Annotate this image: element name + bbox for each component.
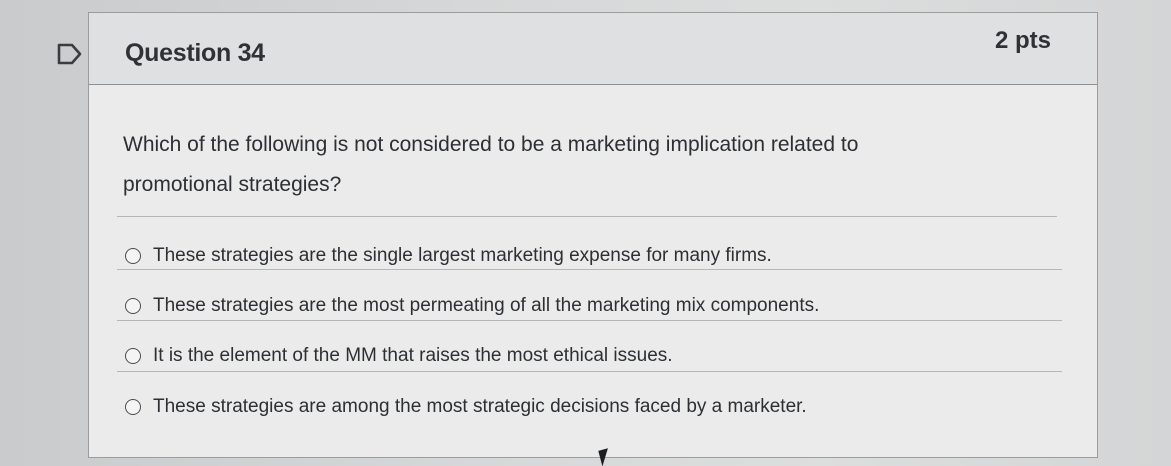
question-text: Which of the following is not considered… <box>123 133 859 196</box>
answer-option-2[interactable]: These strategies are the most permeating… <box>125 291 819 321</box>
mouse-pointer-icon <box>598 445 622 466</box>
radio-button[interactable] <box>125 248 141 264</box>
question-title: Question 34 <box>125 39 265 67</box>
answer-option-1[interactable]: These strategies are the single largest … <box>125 241 772 271</box>
radio-button[interactable] <box>125 298 141 314</box>
question-points: 2 pts <box>994 27 1051 54</box>
question-header: Question 34 2 pts <box>89 13 1097 85</box>
question-card: Question 34 2 pts Which of the following… <box>88 12 1098 458</box>
answer-label: These strategies are the single largest … <box>153 245 772 266</box>
question-divider <box>117 216 1057 217</box>
answer-option-3[interactable]: It is the element of the MM that raises … <box>125 341 673 371</box>
answer-divider <box>117 371 1062 372</box>
radio-button[interactable] <box>125 399 141 415</box>
answer-label: These strategies are the most permeating… <box>153 295 820 316</box>
answer-label: These strategies are among the most stra… <box>153 396 807 417</box>
radio-button[interactable] <box>125 348 141 364</box>
flag-question-icon[interactable] <box>56 42 84 66</box>
answer-option-4[interactable]: These strategies are among the most stra… <box>125 392 807 422</box>
answer-divider <box>117 269 1062 270</box>
answer-label: It is the element of the MM that raises … <box>153 345 673 366</box>
answer-divider <box>117 320 1062 321</box>
